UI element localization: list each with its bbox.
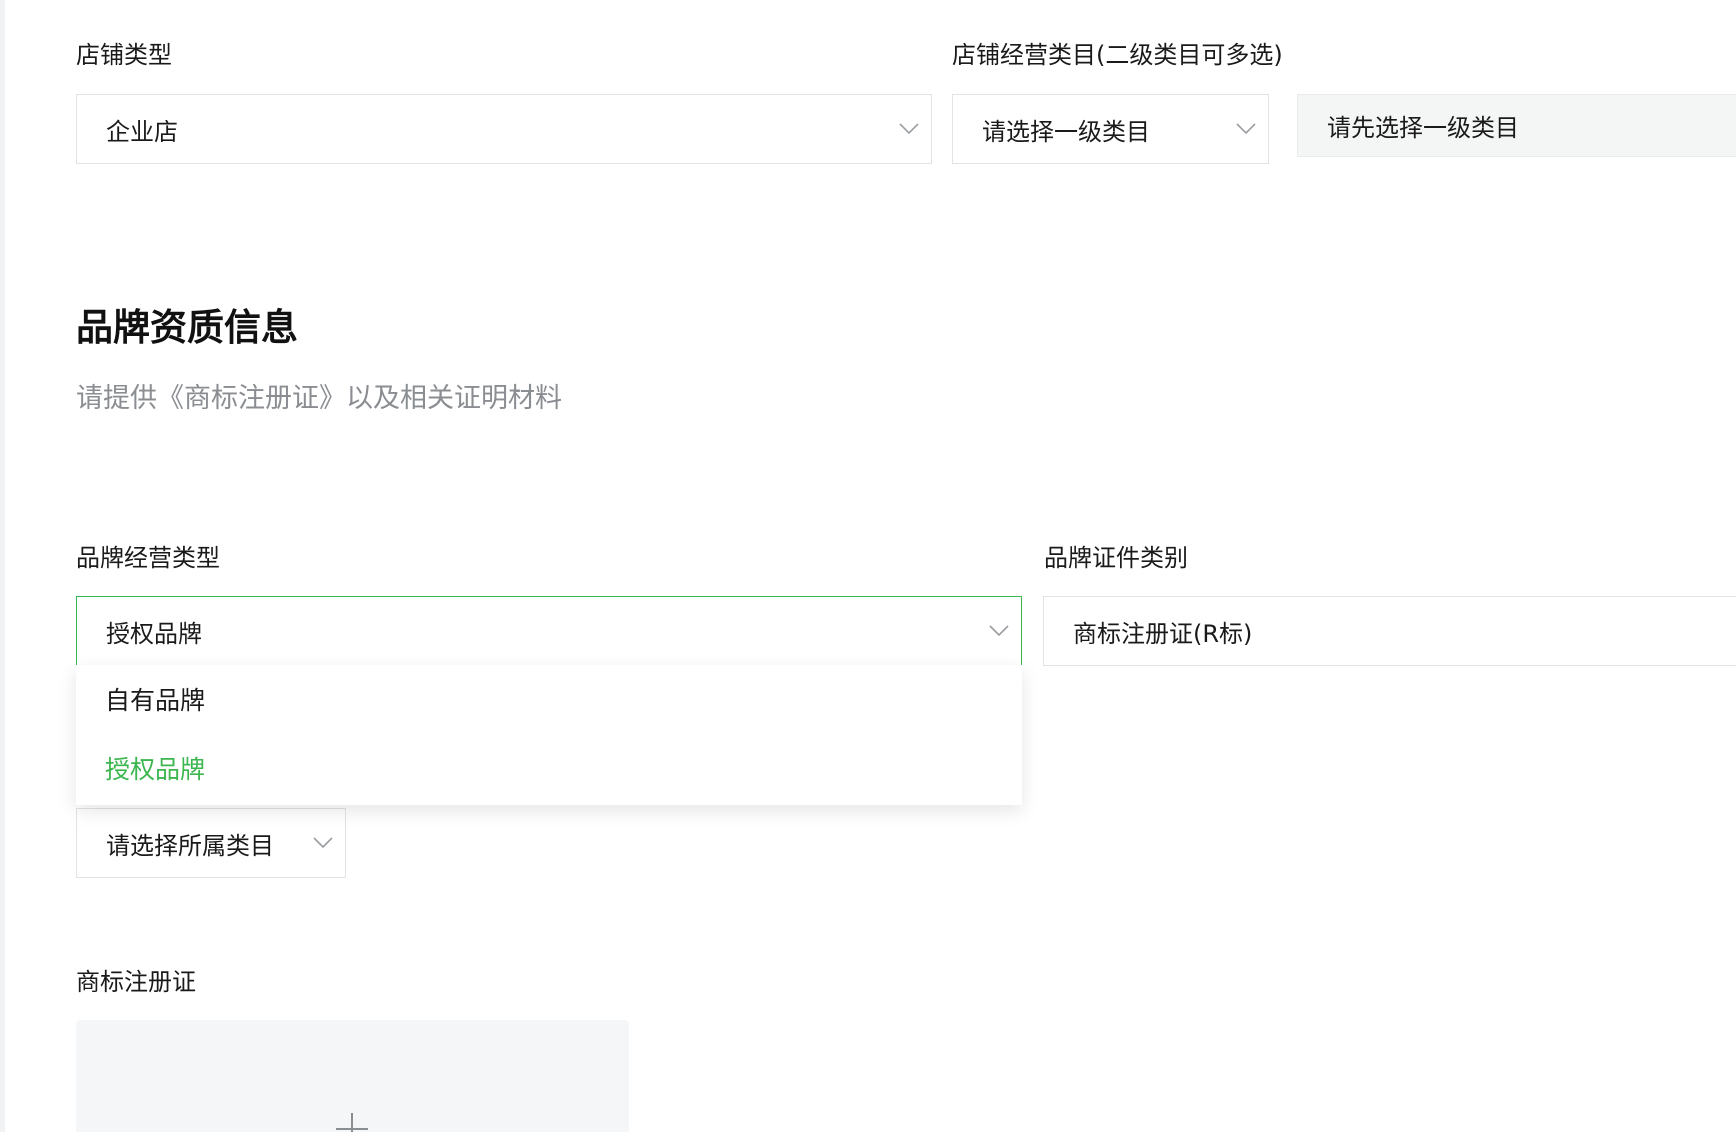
dropdown-option-licensed-brand[interactable]: 授权品牌 — [105, 755, 205, 785]
chevron-down-icon — [989, 625, 1009, 637]
left-edge-divider — [0, 0, 5, 1132]
certificate-type-value: 商标注册证(R标) — [1073, 619, 1253, 648]
brand-operation-type-label: 品牌经营类型 — [76, 544, 220, 572]
store-category-label: 店铺经营类目(二级类目可多选) — [952, 41, 1283, 69]
primary-category-select[interactable]: 请选择一级类目 — [952, 94, 1269, 164]
certificate-type-label: 品牌证件类别 — [1044, 544, 1188, 572]
store-registration-form: 店铺类型 企业店 店铺经营类目(二级类目可多选) 请选择一级类目 请先选择一级类… — [0, 0, 1736, 1132]
secondary-category-placeholder: 请先选择一级类目 — [1327, 114, 1519, 142]
primary-category-placeholder: 请选择一级类目 — [982, 117, 1150, 146]
chevron-down-icon — [1236, 123, 1256, 135]
certificate-type-select[interactable]: 商标注册证(R标) — [1043, 596, 1736, 666]
secondary-category-select[interactable]: 请先选择一级类目 — [1297, 94, 1736, 157]
brand-operation-type-value: 授权品牌 — [106, 619, 202, 648]
trademark-certificate-label: 商标注册证 — [76, 968, 196, 996]
store-type-select[interactable]: 企业店 — [76, 94, 932, 164]
brand-qualification-title: 品牌资质信息 — [76, 306, 298, 349]
chevron-down-icon — [899, 123, 919, 135]
plus-icon[interactable] — [336, 1113, 368, 1132]
brand-qualification-description: 请提供《商标注册证》以及相关证明材料 — [76, 383, 562, 414]
brand-operation-type-dropdown: 自有品牌 授权品牌 — [76, 665, 1022, 805]
chevron-down-icon — [313, 837, 333, 849]
brand-category-placeholder: 请选择所属类目 — [106, 831, 274, 860]
brand-category-select[interactable]: 请选择所属类目 — [76, 808, 346, 878]
dropdown-option-own-brand[interactable]: 自有品牌 — [105, 686, 205, 716]
store-type-value: 企业店 — [106, 117, 178, 146]
brand-operation-type-select[interactable]: 授权品牌 — [76, 596, 1022, 666]
store-type-label: 店铺类型 — [76, 41, 172, 69]
